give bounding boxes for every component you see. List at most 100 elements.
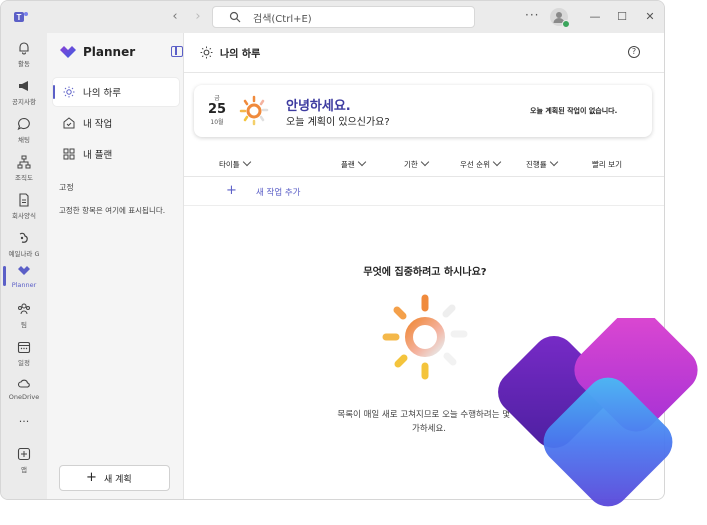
chevron-down-icon	[357, 157, 367, 167]
teams-icon	[18, 303, 30, 315]
megaphone-icon	[19, 81, 28, 91]
planner-icon	[18, 266, 30, 275]
bell-icon	[19, 42, 29, 55]
rail-label: 앱	[21, 466, 27, 474]
page-title: 나의 하루	[220, 49, 261, 60]
calendar-icon	[17, 341, 31, 354]
rail-label: 예일나라 G	[8, 250, 40, 258]
sun-icon	[63, 86, 75, 98]
search-icon	[229, 11, 241, 23]
nav-item-label: 내 플랜	[83, 150, 113, 161]
rail-item-add-apps[interactable]: 앱	[1, 443, 47, 481]
rail-item-planner[interactable]: Planner	[1, 260, 47, 298]
greeting-status: 오늘 계획된 작업이 없습니다.	[530, 107, 618, 115]
plus-icon: +	[86, 470, 97, 485]
app-rail: 활동 공지사항 채팅 조직도 회사양식 예일나라 G Planner 팀 일정 …	[1, 33, 47, 499]
forward-arrow-icon[interactable]: ›	[190, 9, 206, 25]
task-column-header: 타이틀 플랜 기한 우선 순위 진행률 빨리 보기	[184, 155, 664, 177]
planner-logo-icon	[498, 318, 698, 507]
planner-title: Planner	[83, 45, 136, 59]
chevron-down-icon	[492, 157, 502, 167]
rail-label: 팀	[21, 321, 27, 329]
more-options-icon[interactable]: ···	[525, 8, 539, 22]
column-due[interactable]: 기한	[404, 157, 430, 170]
help-icon[interactable]: ?	[628, 46, 640, 58]
main-header: 나의 하루 ?	[184, 33, 664, 73]
pinned-empty-text: 고정한 항목은 여기에 표시됩니다.	[59, 206, 166, 215]
rail-label: 조직도	[15, 174, 33, 182]
rail-more-apps[interactable]: ···	[1, 411, 47, 431]
title-bar: T ‹ › 검색(Ctrl+E) ··· — ☐ ✕	[1, 1, 664, 33]
rail-item-chat[interactable]: 채팅	[1, 113, 47, 151]
document-icon	[19, 193, 29, 207]
nav-item-my-tasks[interactable]: 내 작업	[53, 109, 179, 137]
presence-available-icon	[562, 20, 570, 28]
rail-label: 활동	[18, 60, 30, 68]
rail-item-activity[interactable]: 활동	[1, 37, 47, 75]
rail-label: Planner	[11, 281, 37, 289]
empty-desc-line: 목록이 매일 새로 고쳐지므로 오늘 수행하려는 몇 가	[337, 410, 521, 420]
rail-item-announcements[interactable]: 공지사항	[1, 75, 47, 113]
add-task-label: 새 작업 추가	[256, 188, 301, 198]
column-title[interactable]: 타이틀	[219, 157, 251, 170]
collapse-pane-icon[interactable]	[171, 46, 183, 57]
back-arrow-icon[interactable]: ‹	[167, 9, 183, 25]
nav-item-label: 나의 하루	[83, 88, 121, 99]
rail-label: 회사양식	[12, 212, 36, 220]
rail-item-teams[interactable]: 팀	[1, 298, 47, 336]
cloud-icon	[17, 379, 30, 388]
svg-text:T: T	[17, 13, 22, 22]
plus-icon: +	[226, 183, 237, 198]
column-plan[interactable]: 플랜	[341, 157, 367, 170]
planner-left-pane: Planner 나의 하루 내 작업 내 플랜 고정 고정한 항목은 여기에 표…	[47, 33, 184, 499]
sun-illustration-icon	[382, 294, 468, 380]
minimize-icon[interactable]: —	[587, 9, 603, 25]
rail-label: 일정	[18, 359, 30, 367]
chat-icon	[17, 117, 30, 131]
column-label: 진행률	[526, 160, 547, 169]
add-app-icon	[17, 447, 31, 461]
chevron-down-icon	[549, 157, 558, 167]
rail-item-onedrive[interactable]: OneDrive	[1, 372, 47, 410]
rail-label: OneDrive	[8, 393, 40, 401]
teams-logo-icon[interactable]: T	[13, 9, 29, 25]
greeting-subtitle: 오늘 계획이 있으신가요?	[286, 117, 390, 128]
column-label: 기한	[404, 160, 418, 169]
chevron-down-icon	[420, 157, 430, 167]
date-day: 25	[207, 102, 227, 117]
empty-desc-line: 가하세요.	[412, 424, 446, 434]
org-chart-icon	[17, 155, 31, 169]
maximize-icon[interactable]: ☐	[614, 9, 630, 25]
date-badge: 금 25 10월	[206, 93, 228, 126]
sun-illustration-icon	[239, 95, 269, 126]
column-label: 빨리 보기	[592, 160, 622, 169]
rail-label: 채팅	[18, 136, 30, 144]
rail-item-org-chart[interactable]: 조직도	[1, 151, 47, 189]
planner-header: Planner	[59, 43, 183, 63]
search-placeholder: 검색(Ctrl+E)	[253, 14, 312, 25]
avatar[interactable]	[550, 8, 570, 28]
search-box[interactable]: 검색(Ctrl+E)	[212, 6, 475, 28]
nav-item-my-plans[interactable]: 내 플랜	[53, 140, 179, 168]
nav-item-my-day[interactable]: 나의 하루	[53, 78, 179, 106]
greeting-title: 안녕하세요.	[286, 99, 351, 114]
nav-item-label: 내 작업	[83, 119, 113, 130]
date-month: 10월	[210, 119, 224, 126]
rail-item-forms[interactable]: 회사양식	[1, 189, 47, 227]
column-label: 타이틀	[219, 160, 240, 169]
column-progress[interactable]: 진행률	[526, 157, 558, 170]
new-plan-label: 새 계획	[104, 475, 132, 485]
pinned-section-title: 고정	[59, 183, 74, 192]
empty-state-title: 무엇에 집중하려고 하시나요?	[363, 267, 487, 278]
column-quick-view[interactable]: 빨리 보기	[592, 159, 622, 170]
app-icon	[19, 232, 28, 243]
new-plan-button[interactable]: + 새 계획	[59, 465, 170, 491]
column-priority[interactable]: 우선 순위	[460, 157, 502, 170]
date-weekday: 금	[214, 95, 220, 102]
rail-item-calendar[interactable]: 일정	[1, 336, 47, 374]
divider	[184, 205, 664, 206]
sun-icon	[200, 46, 213, 59]
close-icon[interactable]: ✕	[642, 9, 658, 25]
grid-icon	[63, 148, 75, 160]
column-label: 우선 순위	[460, 160, 490, 169]
